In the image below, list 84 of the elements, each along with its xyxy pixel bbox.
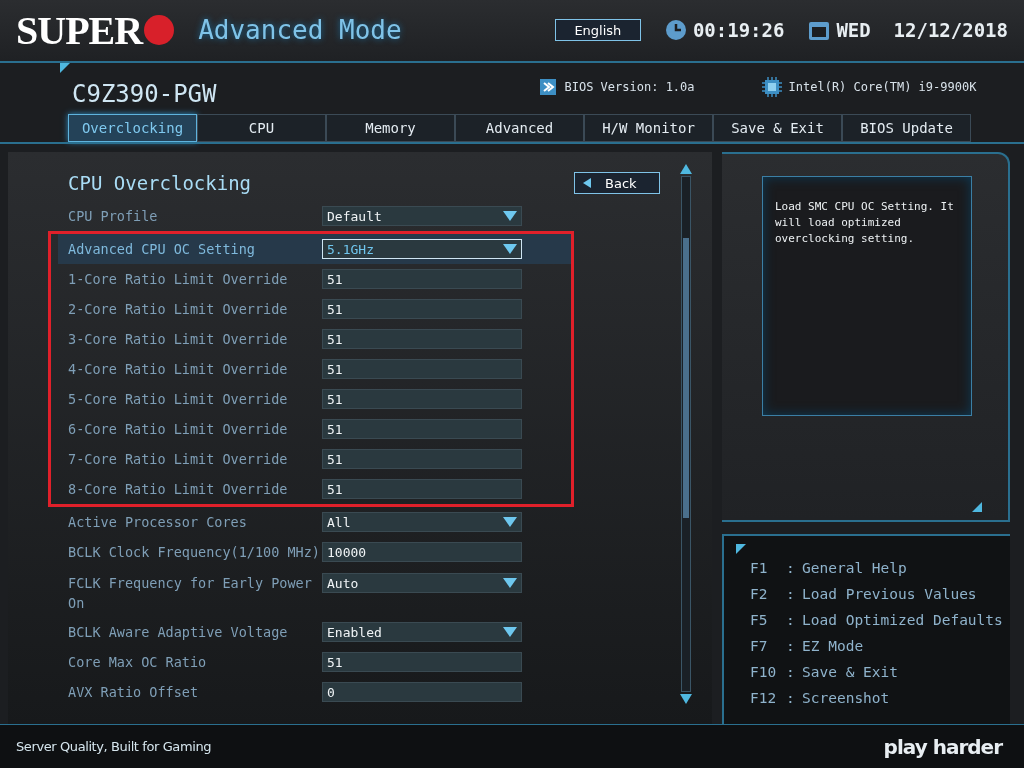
setting-label: 1-Core Ratio Limit Override [68,270,289,290]
setting-label: BCLK Clock Frequency(1/100 MHz) [68,543,321,563]
number-field[interactable]: 51 [322,652,522,673]
dropdown-arrow-icon [503,578,517,589]
menu-tab[interactable]: Overclocking [68,114,197,143]
number-field[interactable]: 51 [322,269,522,290]
setting-label: Active Processor Cores [68,513,248,533]
dropdown[interactable]: 5.1GHz [322,239,522,260]
hotkey-key: F10 [750,662,786,683]
setting-label: 2-Core Ratio Limit Override [68,300,289,320]
menu-tab[interactable]: CPU [197,114,326,143]
hotkey-separator: : [786,663,796,683]
number-field[interactable]: 0 [322,682,522,703]
date-text: WED 12/12/2018 [836,19,1008,42]
setting-label: 6-Core Ratio Limit Override [68,420,289,440]
setting-label: FCLK Frequency for Early Power On [68,574,313,614]
dropdown[interactable]: Enabled [322,622,522,643]
setting-label: AVX Ratio Offset [68,683,200,703]
hotkey-key: F5 [750,610,786,631]
setting-label: Core Max OC Ratio [68,653,208,673]
menu-tab[interactable]: Save & Exit [713,114,842,143]
setting-label: 4-Core Ratio Limit Override [68,360,289,380]
cpu-model: Intel(R) Core(TM) i9-9900K [788,79,977,94]
mode-title: Advanced Mode [198,15,402,46]
dropdown-arrow-icon [503,244,517,255]
hotkey-separator: : [786,559,796,579]
cpu-chip-icon [760,75,783,98]
dropdown-arrow-icon [503,211,517,222]
menu-tab[interactable]: BIOS Update [842,114,971,143]
hotkey-key: F2 [750,584,786,605]
number-field[interactable]: 10000 [322,542,522,563]
dropdown[interactable]: All [322,512,522,533]
number-field[interactable]: 51 [322,419,522,440]
number-field[interactable]: 51 [322,479,522,500]
menu-tab[interactable]: H/W Monitor [584,114,713,143]
hotkey-key: F1 [750,558,786,579]
hotkey-action: Load Previous Values [802,585,978,605]
page-title: CPU Overclocking [68,172,252,195]
help-text: Load SMC CPU OC Setting. It will load optimized overclocking setting. [762,176,972,417]
number-field[interactable]: 51 [322,299,522,320]
dropdown[interactable]: Default [322,206,522,227]
hotkey-separator: : [786,611,796,631]
board-model: C9Z390-PGW [72,79,217,108]
clock-icon [664,19,687,42]
number-field[interactable]: 51 [322,359,522,380]
setting-label: BCLK Aware Adaptive Voltage [68,623,289,643]
dropdown-arrow-icon [503,517,517,528]
back-button[interactable]: Back [574,172,660,195]
bios-version: BIOS Version: 1.0a [564,79,695,94]
corner-mark-icon [972,502,982,513]
hotkey-key: F12 [750,688,786,709]
setting-label: 3-Core Ratio Limit Override [68,330,289,350]
setting-label: CPU Profile [68,207,159,227]
hotkey-action: General Help [802,559,908,579]
logo-text: SUPER [16,6,143,54]
hotkey-action: EZ Mode [802,637,865,657]
setting-label: 7-Core Ratio Limit Override [68,450,289,470]
hotkey-action: Screenshot [802,689,891,709]
dropdown-arrow-icon [503,627,517,638]
slogan: Server Quality, Built for Gaming [16,739,212,755]
scrollbar[interactable] [680,164,692,705]
logo-dot-icon [144,15,175,46]
hotkey-separator: : [786,585,796,605]
hotkey-action: Save & Exit [802,663,900,683]
hotkey-key: F7 [750,636,786,657]
number-field[interactable]: 51 [322,449,522,470]
menu-tab[interactable]: Advanced [455,114,584,143]
number-field[interactable]: 51 [322,329,522,350]
back-arrow-icon [583,178,591,189]
hotkey-action: Load Optimized Defaults [802,611,1003,631]
menu-tab[interactable]: Memory [326,114,455,143]
corner-mark-icon [736,544,746,555]
dropdown[interactable]: Auto [322,573,522,594]
number-field[interactable]: 51 [322,389,522,410]
setting-label: Advanced CPU OC Setting [68,240,256,260]
calendar-icon [808,19,831,42]
corner-mark-icon [60,62,70,73]
clock-time: 00:19:26 [692,19,785,42]
setting-label: 5-Core Ratio Limit Override [68,390,289,410]
language-button[interactable]: English [554,19,641,42]
brand-text: play harder [883,734,1002,759]
hotkey-separator: : [786,637,796,657]
setting-label: 8-Core Ratio Limit Override [68,480,289,500]
hotkey-separator: : [786,689,796,709]
